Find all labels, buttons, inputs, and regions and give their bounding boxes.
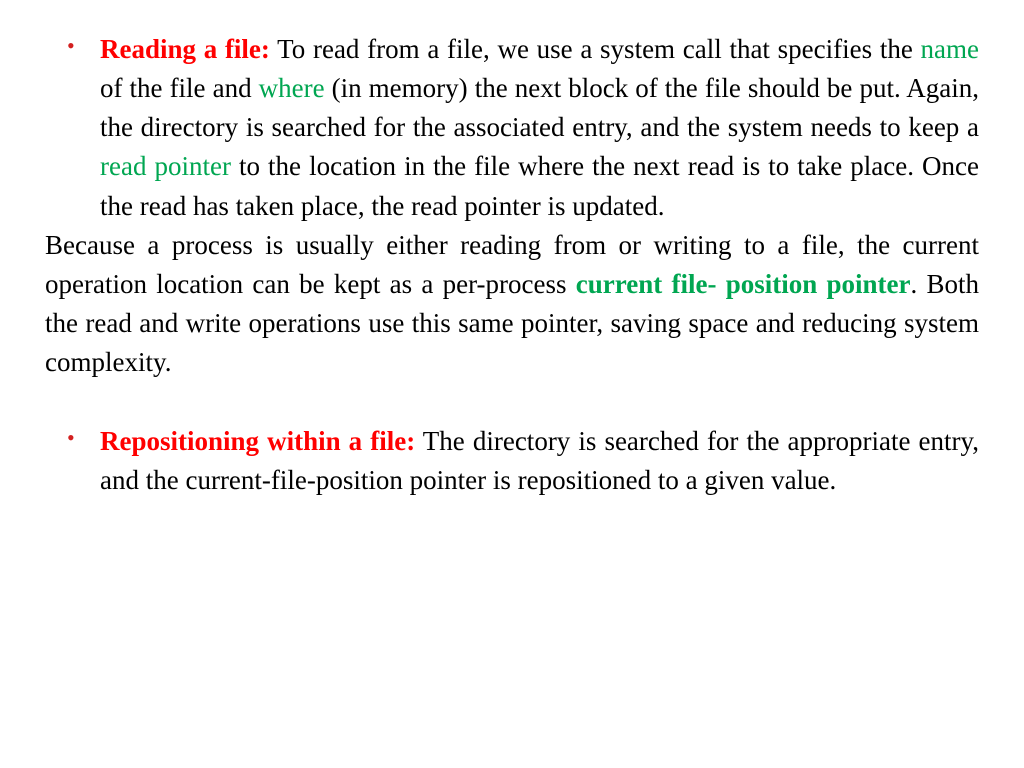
text-segment: to the location in the file where the ne… <box>100 151 979 220</box>
bullet-reading-a-file: Reading a file: To read from a file, we … <box>45 30 979 226</box>
bullet-repositioning: Repositioning within a file: The directo… <box>45 422 979 500</box>
text-segment: of the file and <box>100 73 259 103</box>
keyword-name: name <box>921 34 979 64</box>
keyword-where: where <box>259 73 325 103</box>
text-segment: To read from a file, we use a system cal… <box>270 34 921 64</box>
heading-reading: Reading a file: <box>100 34 270 64</box>
keyword-current-file-position-pointer: current file- position pointer <box>576 269 911 299</box>
heading-repositioning: Repositioning within a file: <box>100 426 415 456</box>
spacer <box>45 382 979 422</box>
keyword-read-pointer: read pointer <box>100 151 231 181</box>
paragraph-process: Because a process is usually either read… <box>45 226 979 383</box>
